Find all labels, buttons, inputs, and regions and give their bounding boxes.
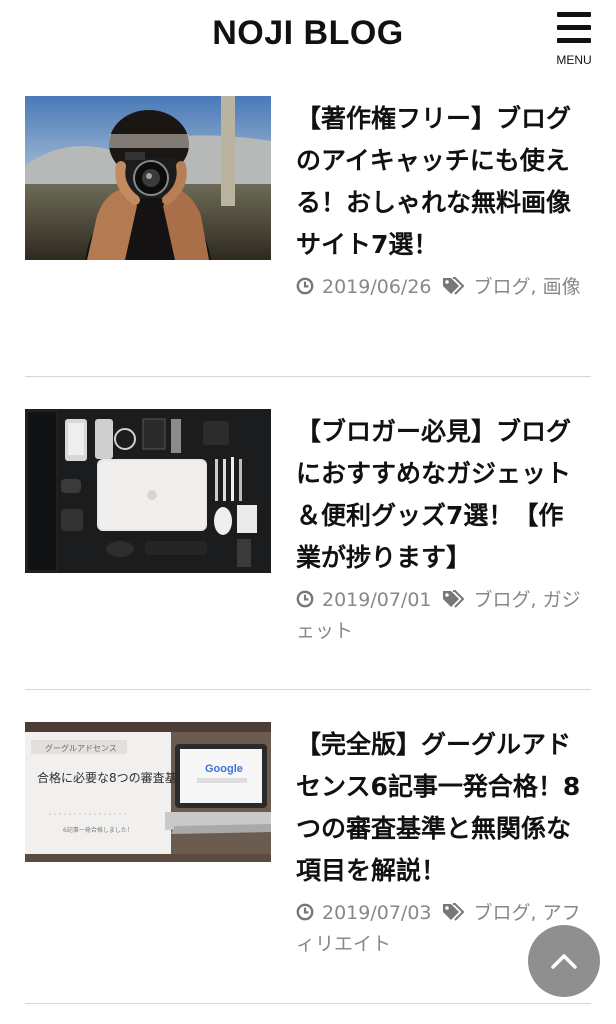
post-card[interactable]: 【ブロガー必見】ブログにおすすめなガジェット＆便利グッズ7選！【作業が捗ります】… (0, 409, 616, 689)
tag-icon (442, 277, 464, 295)
post-divider (25, 1003, 591, 1004)
site-header: NOJI BLOG MENU (0, 0, 616, 80)
camera-photo-image (25, 96, 271, 260)
post-tags[interactable]: ブログ, 画像 (474, 276, 581, 298)
desk-gadgets-image (25, 409, 271, 573)
adsense-article-image: グーグルアドセンス 合格に必要な8つの審査基準 6記事一発合格しました！ Goo… (25, 722, 271, 862)
hamburger-icon[interactable] (557, 12, 591, 48)
post-thumbnail[interactable]: グーグルアドセンス 合格に必要な8つの審査基準 6記事一発合格しました！ Goo… (25, 722, 271, 886)
back-to-top-button[interactable] (528, 925, 600, 997)
post-meta: 2019/07/01 ブログ, ガジェット (296, 585, 594, 647)
tag-icon (442, 903, 464, 921)
thumbnail-label: グーグルアドセンス (45, 743, 117, 753)
tag-icon (442, 590, 464, 608)
screen-logo: Google (205, 763, 243, 775)
post-thumbnail[interactable] (25, 409, 271, 573)
clock-icon (296, 903, 314, 921)
thumbnail-heading: 合格に必要な8つの審査基準 (37, 770, 189, 785)
site-title[interactable]: NOJI BLOG (0, 14, 616, 53)
menu-button[interactable]: MENU (552, 8, 596, 70)
post-meta: 2019/06/26 ブログ, 画像 (296, 272, 594, 303)
chevron-up-icon (551, 954, 577, 969)
post-card[interactable]: 【著作権フリー】ブログのアイキャッチにも使える！おしゃれな無料画像サイト7選！ … (0, 96, 616, 376)
post-date: 2019/06/26 (322, 276, 432, 298)
clock-icon (296, 590, 314, 608)
post-divider (25, 689, 591, 690)
post-title[interactable]: 【完全版】グーグルアドセンス6記事一発合格！8つの審査基準と無関係な項目を解説！ (296, 724, 586, 892)
post-date: 2019/07/03 (322, 902, 432, 924)
menu-label[interactable]: MENU (548, 53, 600, 67)
post-date: 2019/07/01 (322, 589, 432, 611)
post-title[interactable]: 【著作権フリー】ブログのアイキャッチにも使える！おしゃれな無料画像サイト7選！ (296, 98, 586, 266)
post-divider (25, 376, 591, 377)
thumbnail-sub: 6記事一発合格しました！ (63, 826, 133, 834)
post-card[interactable]: グーグルアドセンス 合格に必要な8つの審査基準 6記事一発合格しました！ Goo… (0, 722, 616, 1002)
post-thumbnail[interactable] (25, 96, 271, 260)
post-title[interactable]: 【ブロガー必見】ブログにおすすめなガジェット＆便利グッズ7選！【作業が捗ります】 (296, 411, 586, 579)
clock-icon (296, 277, 314, 295)
